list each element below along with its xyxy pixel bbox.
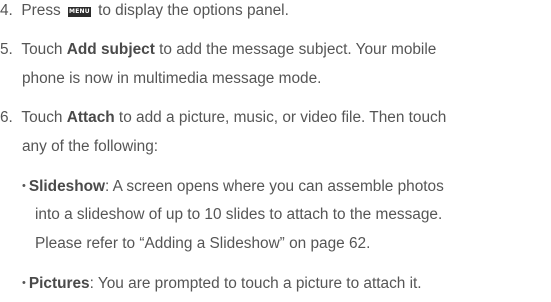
step-4: 4. Press MENU to display the options pan… xyxy=(0,0,289,22)
step-text: Press xyxy=(21,2,66,19)
option-slideshow: • Slideshow: A screen opens where you can… xyxy=(22,175,444,198)
option-keyword: Slideshow xyxy=(28,178,105,195)
step-6-continuation: any of the following: xyxy=(22,138,159,155)
step-5: 5. Touch Add subject to add the message … xyxy=(0,39,436,61)
option-text: : A screen opens where you can assemble … xyxy=(104,178,444,195)
step-keyword: Add subject xyxy=(66,41,155,58)
step-text: Touch xyxy=(21,41,67,58)
step-number: 4. xyxy=(0,2,13,19)
step-text: to add a picture, music, or video file. … xyxy=(114,109,447,126)
option-slideshow-line2: into a slideshow of up to 10 slides to a… xyxy=(35,206,443,223)
bullet-icon: • xyxy=(22,180,26,192)
option-text: : You are prompted to touch a picture to… xyxy=(89,275,422,292)
step-keyword: Attach xyxy=(66,109,115,126)
option-pictures: • Pictures: You are prompted to touch a p… xyxy=(22,272,422,295)
step-number: 5. xyxy=(0,41,13,58)
menu-key-icon: MENU xyxy=(68,7,91,17)
step-text: Touch xyxy=(21,109,67,126)
step-text: to add the message subject. Your mobile xyxy=(154,41,437,58)
bullet-icon: • xyxy=(22,277,26,289)
option-slideshow-line3: Please refer to “Adding a Slideshow” on … xyxy=(35,235,371,252)
step-number: 6. xyxy=(0,109,13,126)
step-6: 6. Touch Attach to add a picture, music,… xyxy=(0,107,446,129)
step-text: to display the options panel. xyxy=(93,2,289,19)
step-5-continuation: phone is now in multimedia message mode. xyxy=(22,70,322,87)
option-keyword: Pictures xyxy=(28,275,90,292)
